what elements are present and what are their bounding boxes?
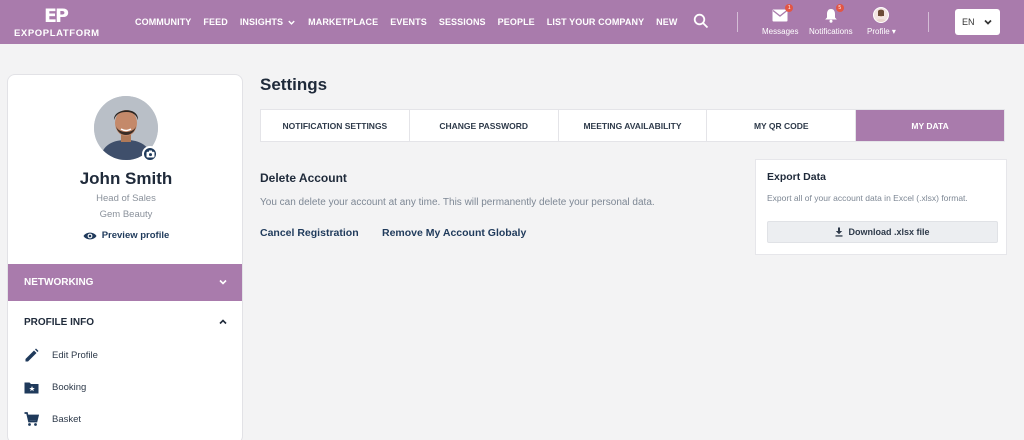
- tab-notification-settings[interactable]: NOTIFICATION SETTINGS: [261, 110, 410, 141]
- profile-info-label: PROFILE INFO: [24, 317, 94, 328]
- profile-label: Profile ▾: [867, 27, 896, 36]
- chevron-down-icon: [984, 19, 992, 25]
- chevron-down-icon: [219, 279, 227, 285]
- expoplatform-logo[interactable]: EP EXPOPLATFORM: [14, 5, 104, 39]
- page-title: Settings: [260, 75, 328, 94]
- nav-insights[interactable]: INSIGHTS: [240, 17, 296, 27]
- sidebar-item-edit-profile[interactable]: Edit Profile: [24, 346, 224, 364]
- language-select[interactable]: EN: [955, 9, 1000, 35]
- notifications-badge: 5: [835, 4, 844, 12]
- messages-button[interactable]: 1 Messages: [762, 4, 799, 36]
- nav-sessions[interactable]: SESSIONS: [439, 17, 486, 27]
- cart-icon: [24, 411, 39, 426]
- profile-job-title: Head of Sales: [96, 193, 156, 204]
- networking-section-toggle[interactable]: NETWORKING: [8, 264, 242, 301]
- download-xlsx-button[interactable]: Download .xlsx file: [767, 221, 998, 243]
- profile-menu-button[interactable]: Profile ▾: [867, 6, 896, 36]
- delete-account-heading: Delete Account: [260, 171, 347, 185]
- search-icon[interactable]: [693, 13, 709, 29]
- nav-events[interactable]: EVENTS: [390, 17, 427, 27]
- envelope-icon: 1: [771, 4, 794, 24]
- notifications-label: Notifications: [809, 27, 853, 36]
- download-xlsx-label: Download .xlsx file: [848, 227, 930, 237]
- sidebar-item-label: Basket: [52, 413, 82, 425]
- export-data-description: Export all of your account data in Excel…: [767, 193, 968, 203]
- nav-feed[interactable]: FEED: [203, 17, 227, 27]
- chevron-down-icon: ▾: [891, 27, 896, 36]
- tab-my-qr-code[interactable]: MY QR CODE: [707, 110, 857, 141]
- messages-badge: 1: [785, 4, 794, 12]
- tab-change-password[interactable]: CHANGE PASSWORD: [410, 110, 559, 141]
- preview-profile-label: Preview profile: [101, 230, 170, 241]
- profile-name: John Smith: [79, 169, 173, 188]
- profile-company: Gem Beauty: [99, 209, 153, 220]
- top-navigation-bar: EP EXPOPLATFORM COMMUNITY FEED INSIGHTS …: [0, 0, 1024, 44]
- pencil-icon: [25, 348, 39, 361]
- notifications-button[interactable]: 5 Notifications: [809, 4, 853, 36]
- camera-icon[interactable]: [142, 146, 158, 162]
- folder-star-icon: [24, 382, 39, 393]
- delete-account-description: You can delete your account at any time.…: [260, 197, 655, 208]
- download-icon: [835, 227, 843, 237]
- tab-my-data[interactable]: MY DATA: [856, 110, 1004, 141]
- nav-new[interactable]: NEW: [656, 17, 677, 27]
- profile-info-section-toggle[interactable]: PROFILE INFO: [24, 317, 228, 328]
- tab-meeting-availability[interactable]: MEETING AVAILABILITY: [559, 110, 708, 141]
- messages-label: Messages: [762, 27, 799, 36]
- cancel-registration-link[interactable]: Cancel Registration: [260, 227, 359, 239]
- logo-text: EXPOPLATFORM: [14, 28, 100, 39]
- divider: [737, 12, 738, 32]
- bell-icon: 5: [822, 4, 844, 24]
- remove-account-link[interactable]: Remove My Account Globaly: [382, 227, 526, 239]
- profile-label-text: Profile: [867, 27, 890, 36]
- profile-avatar: [873, 7, 890, 23]
- sidebar-item-label: Edit Profile: [52, 349, 98, 361]
- nav-marketplace[interactable]: MARKETPLACE: [308, 17, 378, 27]
- language-value: EN: [962, 17, 975, 27]
- export-data-card: Export Data Export all of your account d…: [755, 159, 1007, 255]
- nav-insights-label: INSIGHTS: [239, 17, 284, 27]
- eye-icon: [83, 232, 97, 239]
- main-nav: COMMUNITY FEED INSIGHTS MARKETPLACE EVEN…: [135, 0, 677, 44]
- chevron-up-icon: [219, 319, 227, 325]
- logo-mark: EP: [44, 5, 69, 27]
- sidebar-item-booking[interactable]: Booking: [24, 378, 224, 396]
- nav-community[interactable]: COMMUNITY: [135, 17, 191, 27]
- profile-sidebar: John Smith Head of Sales Gem Beauty Prev…: [7, 74, 243, 440]
- networking-label: NETWORKING: [24, 277, 94, 288]
- divider: [928, 12, 929, 32]
- settings-tabs: NOTIFICATION SETTINGS CHANGE PASSWORD ME…: [260, 109, 1005, 142]
- chevron-down-icon: [288, 20, 295, 25]
- nav-people[interactable]: PEOPLE: [498, 17, 535, 27]
- export-data-heading: Export Data: [767, 171, 826, 183]
- preview-profile-link[interactable]: Preview profile: [8, 230, 242, 241]
- sidebar-item-basket[interactable]: Basket: [24, 410, 224, 428]
- sidebar-item-label: Booking: [52, 381, 87, 393]
- nav-list-your-company[interactable]: LIST YOUR COMPANY: [547, 17, 644, 27]
